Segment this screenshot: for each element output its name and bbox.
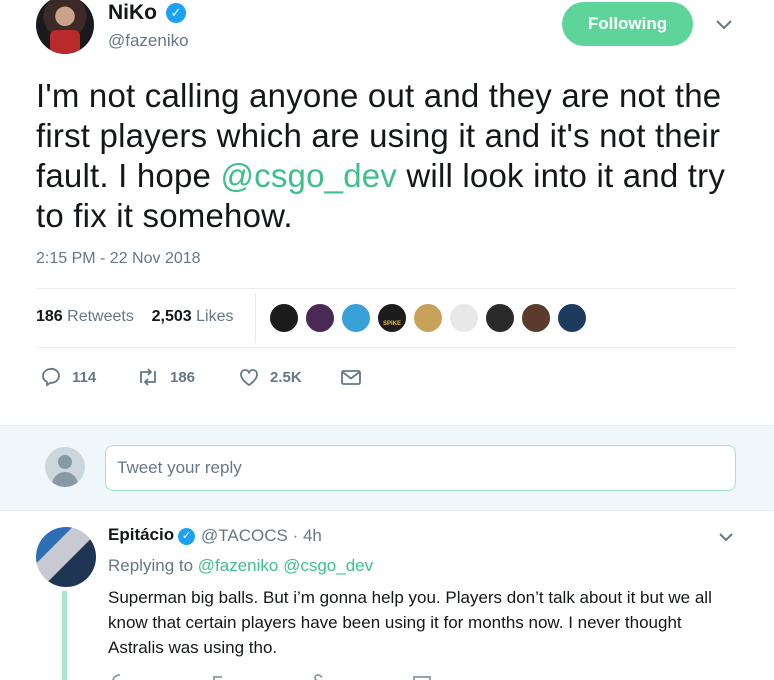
replying-to: Replying to @fazeniko @csgo_dev xyxy=(108,556,373,576)
envelope-icon[interactable] xyxy=(412,672,432,680)
reply-author-handle[interactable]: @TACOCS · 4h xyxy=(201,526,322,546)
author-avatar[interactable] xyxy=(36,0,94,54)
mention-link[interactable]: @csgo_dev xyxy=(220,157,397,194)
liker-avatar[interactable] xyxy=(341,303,371,333)
reply-action[interactable]: 114 xyxy=(40,366,96,388)
reply-icon[interactable] xyxy=(110,672,130,680)
divider xyxy=(36,347,736,348)
retweet-icon xyxy=(140,368,156,386)
retweets-label: Retweets xyxy=(67,308,134,325)
tweet-stats: 186 Retweets 2,503 Likes xyxy=(36,308,234,326)
heart-icon xyxy=(240,369,258,387)
like-count: 2.5K xyxy=(270,368,302,386)
like-action[interactable]: 2.5K xyxy=(238,366,302,388)
liker-avatar[interactable] xyxy=(557,303,587,333)
liker-avatar[interactable] xyxy=(485,303,515,333)
tweet-timestamp[interactable]: 2:15 PM - 22 Nov 2018 xyxy=(36,250,201,268)
reply-author-name[interactable]: Epitácio xyxy=(108,525,174,545)
reply-handle-text: @TACOCS xyxy=(201,526,288,545)
verified-badge-icon: ✓ xyxy=(178,528,195,545)
likes-count: 2,503 xyxy=(151,308,192,325)
reply-author-avatar[interactable] xyxy=(36,527,96,587)
likes-stat[interactable]: 2,503 Likes xyxy=(152,308,234,325)
liker-avatar[interactable]: SPIKE xyxy=(377,303,407,333)
envelope-icon xyxy=(341,370,361,385)
liker-avatar[interactable] xyxy=(521,303,551,333)
verified-badge-icon: ✓ xyxy=(166,3,186,23)
divider xyxy=(36,288,736,289)
reply-icon xyxy=(42,367,60,387)
dm-action[interactable] xyxy=(340,366,362,388)
tweet-text: I'm not calling anyone out and they are … xyxy=(36,76,746,236)
retweet-action[interactable]: 186 xyxy=(136,366,195,388)
reply-text: Superman big balls. But i’m gonna help y… xyxy=(108,588,712,657)
reply-time[interactable]: · 4h xyxy=(293,526,322,545)
author-name[interactable]: NiKo xyxy=(108,1,157,25)
stats-separator xyxy=(255,293,256,343)
replying-to-label: Replying to xyxy=(108,556,194,575)
reply-count: 114 xyxy=(72,368,97,386)
thread-line xyxy=(62,591,67,680)
retweets-count: 186 xyxy=(36,308,63,325)
following-button[interactable]: Following xyxy=(562,2,693,46)
reply-input[interactable]: Tweet your reply xyxy=(105,445,736,491)
heart-icon[interactable] xyxy=(312,672,332,680)
author-handle[interactable]: @fazeniko xyxy=(108,31,189,51)
liker-avatar[interactable] xyxy=(269,303,299,333)
retweets-stat[interactable]: 186 Retweets xyxy=(36,308,134,325)
liker-avatar[interactable] xyxy=(449,303,479,333)
likes-label: Likes xyxy=(196,308,234,325)
chevron-down-icon[interactable] xyxy=(718,531,734,543)
user-avatar xyxy=(45,447,85,487)
retweet-count: 186 xyxy=(170,368,196,386)
replying-to-mentions[interactable]: @fazeniko @csgo_dev xyxy=(198,556,373,575)
liker-avatar[interactable] xyxy=(305,303,335,333)
chevron-down-icon[interactable] xyxy=(715,18,733,32)
retweet-icon[interactable] xyxy=(210,672,230,680)
liker-avatar[interactable] xyxy=(413,303,443,333)
